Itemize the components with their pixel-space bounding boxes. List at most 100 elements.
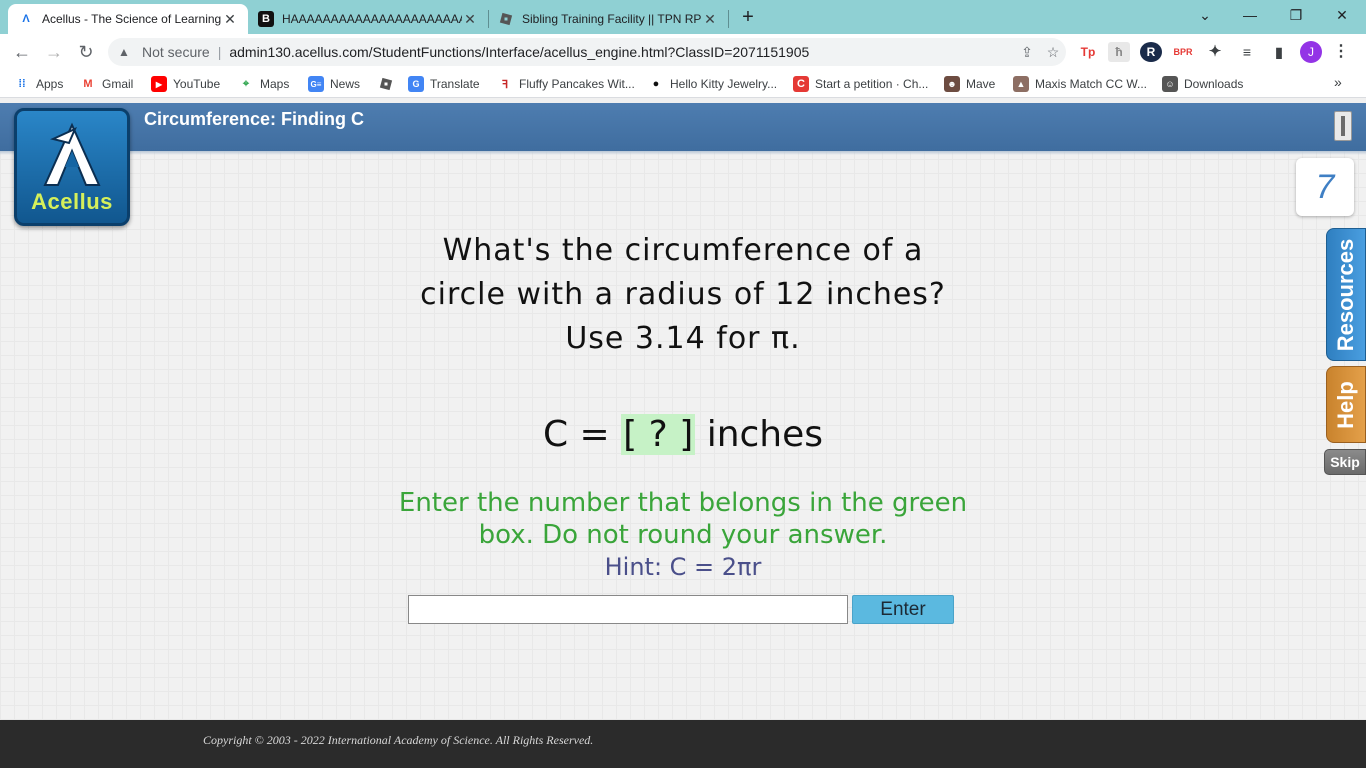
share-icon[interactable]: ⇪ (1014, 44, 1040, 61)
back-icon[interactable]: ← (10, 40, 34, 64)
close-icon[interactable]: ✕ (462, 11, 478, 28)
bookmark-translate[interactable]: G Translate (408, 75, 480, 93)
bookmark-label: Gmail (102, 77, 134, 91)
youtube-icon: ▶ (151, 76, 167, 92)
divider: | (217, 44, 222, 60)
acellus-page: Circumference: Finding C Acellus 7 Resou… (0, 103, 1366, 720)
bookmark-roblox[interactable] (378, 75, 400, 93)
footer: Copyright © 2003 - 2022 International Ac… (0, 720, 1366, 768)
url-text[interactable]: admin130.acellus.com/StudentFunctions/In… (229, 44, 1014, 60)
close-icon[interactable]: ✕ (702, 11, 718, 28)
close-icon[interactable]: ✕ (222, 11, 238, 28)
acellus-logo: Acellus (14, 108, 130, 226)
r-extension-icon[interactable]: R (1140, 42, 1162, 62)
bookmark-maps[interactable]: ⌖ Maps (238, 75, 289, 93)
h-extension-icon[interactable]: ħ (1108, 42, 1130, 62)
resources-tab[interactable]: Resources (1326, 228, 1366, 361)
side-panel-icon[interactable]: ▮ (1268, 42, 1290, 62)
tab-title: Acellus - The Science of Learning (42, 12, 222, 26)
bookmark-label: Start a petition · Ch... (815, 77, 929, 91)
help-tab[interactable]: Help (1326, 366, 1366, 443)
instructions: Enter the number that belongs in the gre… (383, 487, 983, 551)
bookmark-label: Hello Kitty Jewelry... (670, 77, 778, 91)
close-window-icon[interactable]: ✕ (1330, 4, 1354, 26)
bookmark-fluffy-pancakes[interactable]: ꟻ Fluffy Pancakes Wit... (497, 75, 635, 93)
skip-button[interactable]: Skip (1324, 449, 1366, 475)
hint-text: Hint: C = 2πr (604, 553, 762, 581)
logo-text: Acellus (31, 189, 113, 214)
bookmark-news[interactable]: G≡ News (308, 75, 360, 93)
roblox-icon (378, 76, 394, 92)
tab-sibling-training[interactable]: Sibling Training Facility || TPN RP ✕ (488, 4, 728, 34)
bookmark-gmail[interactable]: M Gmail (80, 75, 133, 93)
equation-suffix: inches (695, 414, 824, 455)
enter-button[interactable]: Enter (852, 595, 954, 624)
question-line: Use 3.14 for π. (565, 321, 801, 356)
bookmark-label: Apps (36, 77, 64, 91)
bookmark-label: Downloads (1184, 77, 1244, 91)
tab-title: Sibling Training Facility || TPN RP (522, 12, 702, 26)
avatar-icon: ☻ (944, 76, 960, 92)
bookmark-downloads[interactable]: ☺ Downloads (1162, 75, 1243, 93)
tp-extension-icon[interactable]: Tp (1077, 42, 1099, 62)
tab-divider (728, 10, 729, 28)
bookmark-star-icon[interactable]: ☆ (1040, 44, 1066, 61)
new-tab-icon[interactable]: + (738, 6, 758, 28)
minimize-icon[interactable]: — (1238, 4, 1262, 26)
warning-icon[interactable]: ▲ (118, 45, 134, 59)
bookmark-label: Mave (966, 77, 996, 91)
bookmark-label: News (330, 77, 361, 91)
bookmark-apps[interactable]: ⁞⁞ Apps (14, 75, 63, 93)
tab-strip: Λ Acellus - The Science of Learning ✕ B … (0, 0, 1366, 34)
question-line: circle with a radius of 12 inches? (420, 277, 946, 312)
recipe-icon: ꟻ (501, 78, 509, 91)
bookmark-petition[interactable]: C Start a petition · Ch... (793, 75, 928, 93)
acellus-icon: Λ (22, 13, 30, 25)
tab-haaa[interactable]: B HAAAAAAAAAAAAAAAAAAAAAAA ✕ (248, 4, 488, 34)
bookmark-label: Fluffy Pancakes Wit... (519, 77, 635, 91)
forward-icon[interactable]: → (42, 40, 66, 64)
exit-door-icon[interactable] (1334, 111, 1352, 141)
bookmark-youtube[interactable]: ▶ YouTube (151, 75, 220, 93)
tab-acellus[interactable]: Λ Acellus - The Science of Learning ✕ (8, 4, 248, 34)
jewelry-icon: ● (652, 78, 660, 90)
bookmark-maxis-match[interactable]: ▲ Maxis Match CC W... (1013, 75, 1147, 93)
restore-icon[interactable]: ❐ (1284, 4, 1308, 26)
media-control-icon[interactable]: ≡ (1236, 42, 1258, 62)
roblox-icon (498, 11, 514, 27)
maps-icon: ⌖ (242, 77, 250, 90)
acellus-a-icon (43, 122, 101, 186)
bookmarks-bar: ⁞⁞ Apps M Gmail ▶ YouTube ⌖ Maps G≡ News G Tra… (0, 70, 1366, 98)
lesson-title: Circumference: Finding C (144, 109, 365, 129)
instruction-line: Enter the number that belongs in the gre… (398, 488, 968, 518)
menu-icon[interactable]: ⋮ (1330, 42, 1352, 62)
header-shadow (0, 151, 1366, 155)
news-icon: G≡ (308, 76, 324, 92)
bookmark-label: Maps (260, 77, 290, 91)
help-label: Help (1333, 380, 1358, 429)
downloads-icon: ☺ (1162, 76, 1178, 92)
copyright-text: Copyright © 2003 - 2022 International Ac… (203, 733, 594, 747)
b-icon: B (258, 11, 274, 27)
instruction-line: box. Do not round your answer. (478, 520, 888, 550)
extensions-puzzle-icon[interactable]: ✦ (1204, 42, 1226, 62)
reload-icon[interactable]: ↻ (74, 40, 98, 64)
equation: C = [ ? ] inches (383, 411, 983, 459)
gmail-icon: M (83, 78, 93, 90)
bookmark-label: YouTube (173, 77, 221, 91)
answer-input[interactable] (408, 595, 848, 624)
apps-grid-icon: ⁞⁞ (18, 78, 26, 90)
bookmark-label: Translate (430, 77, 480, 91)
resources-label: Resources (1333, 238, 1358, 351)
bookmark-label: Maxis Match CC W... (1035, 77, 1148, 91)
bpr-extension-icon[interactable]: BPR (1172, 42, 1194, 62)
bookmark-hello-kitty[interactable]: ● Hello Kitty Jewelry... (648, 75, 777, 93)
sims-icon: ▲ (1013, 76, 1029, 92)
profile-avatar[interactable]: J (1300, 41, 1322, 63)
address-bar[interactable]: ▲ Not secure | admin130.acellus.com/Stud… (108, 38, 1066, 66)
bookmarks-overflow-icon[interactable]: » (1334, 74, 1342, 90)
security-status[interactable]: Not secure (142, 44, 210, 60)
bookmark-mave[interactable]: ☻ Mave (944, 75, 995, 93)
answer-placeholder-box: [ ? ] (621, 414, 696, 455)
tab-search-icon[interactable]: ⌄ (1193, 4, 1217, 26)
